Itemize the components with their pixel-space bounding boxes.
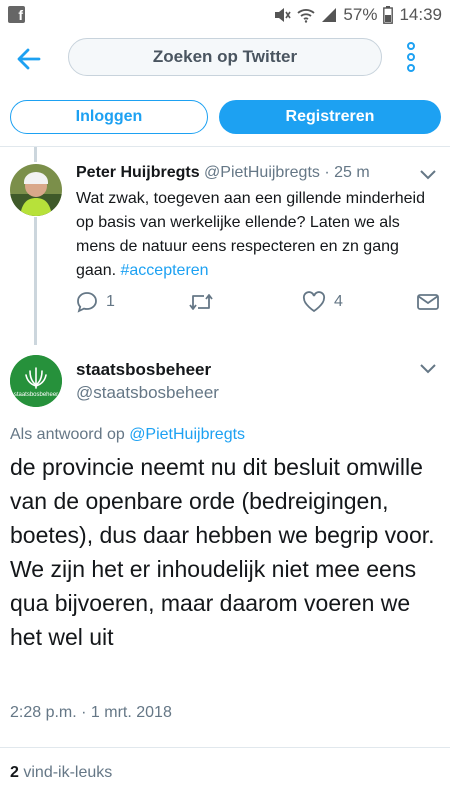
login-button[interactable]: Inloggen [10, 100, 208, 134]
mention-link[interactable]: @PietHuijbregts [129, 426, 245, 443]
back-arrow-icon[interactable] [12, 42, 46, 76]
avatar[interactable]: staatsbosbeheer [10, 355, 62, 407]
register-button[interactable]: Registreren [219, 100, 441, 134]
author-name[interactable]: staatsbosbeheer [76, 360, 211, 380]
author-name[interactable]: Peter Huijbregts [76, 164, 200, 181]
avatar-logo-text: staatsbosbeheer [14, 392, 58, 398]
tweet-time[interactable]: 25 m [334, 164, 370, 181]
status-time: 14:39 [399, 5, 442, 24]
tweet-text: de provincie neemt nu dit besluit omwill… [10, 454, 435, 650]
retweet-icon [189, 294, 213, 310]
top-bar: Zoeken op Twitter [0, 30, 450, 90]
like-count: 4 [334, 293, 343, 310]
search-input[interactable]: Zoeken op Twitter [68, 38, 382, 76]
tweet-timestamp: 2:28 p.m. · 1 mrt. 2018 [10, 704, 172, 721]
tweet-header: Peter Huijbregts @PietHuijbregts · 25 m [76, 164, 370, 182]
wifi-icon [297, 9, 316, 23]
tweet-text: Wat zwak, toegeven aan een gillende mind… [76, 187, 442, 283]
tweet-actions: 1 4 [76, 289, 442, 315]
reply-icon [77, 292, 97, 313]
divider [0, 747, 450, 748]
mute-icon [275, 8, 292, 22]
battery-icon [383, 6, 394, 24]
envelope-icon [417, 294, 439, 310]
status-icons: 57% 14:39 [273, 4, 442, 26]
more-vertical-icon[interactable] [400, 40, 422, 74]
status-bar: f 57% 14:39 [0, 0, 450, 30]
separator: · [324, 164, 330, 181]
thread-line [34, 217, 37, 345]
reply-context: Als antwoord op @PietHuijbregts [10, 426, 245, 444]
reply-button[interactable]: 1 [76, 289, 115, 315]
reply-count: 1 [106, 293, 115, 310]
avatar[interactable] [10, 164, 62, 216]
chevron-down-icon[interactable] [418, 164, 438, 184]
chevron-down-icon[interactable] [418, 358, 438, 378]
facebook-icon: f [8, 6, 25, 23]
likes-label: vind-ik-leuks [23, 764, 113, 781]
battery-percent: 57% [343, 5, 378, 24]
divider [0, 146, 450, 147]
message-button[interactable] [416, 289, 440, 315]
thread-line [34, 147, 37, 162]
retweet-button[interactable] [188, 289, 222, 315]
like-button[interactable]: 4 [302, 289, 343, 315]
author-handle[interactable]: @staatsbosbeheer [76, 383, 219, 403]
reply-prefix: Als antwoord op [10, 426, 125, 443]
likes-count: 2 [10, 764, 19, 781]
heart-icon [302, 291, 326, 313]
auth-buttons: Inloggen Registreren [0, 100, 450, 134]
likes-stat[interactable]: 2 vind-ik-leuks [10, 764, 112, 782]
signal-icon [322, 8, 337, 22]
author-handle[interactable]: @PietHuijbregts [204, 164, 320, 181]
hashtag-link[interactable]: #accepteren [121, 262, 209, 279]
